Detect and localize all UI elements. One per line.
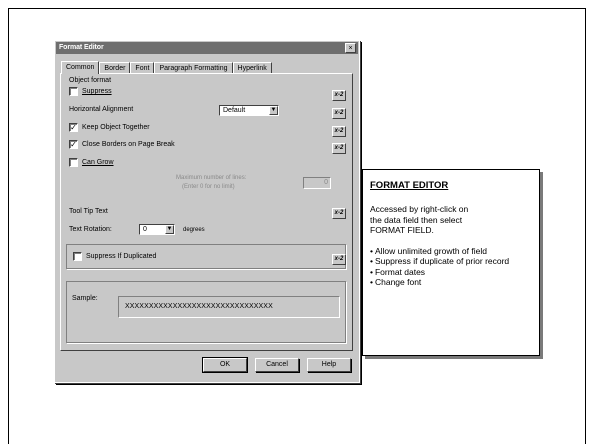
callout-bullet: Allow unlimited growth of field bbox=[370, 246, 530, 257]
close-borders-checkbox[interactable]: ✓ bbox=[69, 140, 78, 149]
text-rotation-label: Text Rotation: bbox=[69, 226, 112, 233]
suppress-label: Suppress bbox=[82, 88, 112, 95]
sample-preview: XXXXXXXXXXXXXXXXXXXXXXXXXXXXXXX bbox=[118, 296, 340, 318]
text-rotation-value: 0 bbox=[143, 226, 147, 233]
formula-button-suppress[interactable]: x-2 bbox=[332, 90, 346, 101]
group-label-object-format: Object format bbox=[69, 77, 112, 84]
format-editor-callout: FORMAT EDITOR Accessed by right-click on… bbox=[362, 169, 540, 356]
suppress-checkbox[interactable] bbox=[69, 87, 78, 96]
can-grow-label: Can Grow bbox=[82, 159, 114, 166]
cancel-button[interactable]: Cancel bbox=[255, 358, 299, 372]
close-icon[interactable]: × bbox=[345, 43, 356, 53]
horizontal-alignment-select[interactable]: Default ▼ bbox=[219, 105, 279, 116]
max-lines-label: Maximum number of lines: bbox=[176, 175, 247, 181]
callout-description: Accessed by right-click on the data fiel… bbox=[370, 204, 530, 236]
keep-together-label: Keep Object Together bbox=[82, 124, 150, 131]
close-borders-label: Close Borders on Page Break bbox=[82, 141, 175, 148]
horizontal-alignment-value: Default bbox=[223, 107, 246, 114]
format-editor-dialog: Format Editor × Common Border Font Parag… bbox=[54, 40, 360, 383]
formula-button-tool-tip[interactable]: x-2 bbox=[332, 208, 346, 219]
callout-bullet: Suppress if duplicate of prior record bbox=[370, 256, 530, 267]
chevron-down-icon[interactable]: ▼ bbox=[165, 225, 174, 234]
tab-common[interactable]: Common bbox=[61, 61, 100, 74]
can-grow-checkbox[interactable] bbox=[69, 158, 78, 167]
chevron-down-icon[interactable]: ▼ bbox=[269, 106, 278, 115]
sample-label: Sample: bbox=[72, 295, 98, 302]
horizontal-alignment-label: Horizontal Alignment bbox=[69, 106, 134, 113]
ok-button[interactable]: OK bbox=[202, 357, 248, 373]
dialog-titlebar: Format Editor × bbox=[56, 42, 358, 54]
max-lines-hint: (Enter 0 for no limit) bbox=[182, 184, 235, 190]
formula-button-keep-together[interactable]: x-2 bbox=[332, 126, 346, 137]
tool-tip-label: Tool Tip Text bbox=[69, 208, 108, 215]
max-lines-input[interactable]: 0 bbox=[303, 177, 331, 189]
suppress-duplicated-checkbox[interactable] bbox=[73, 252, 82, 261]
formula-button-alignment[interactable]: x-2 bbox=[332, 108, 346, 119]
callout-title: FORMAT EDITOR bbox=[370, 180, 449, 191]
callout-desc-line: FORMAT FIELD. bbox=[370, 225, 434, 235]
dialog-title: Format Editor bbox=[59, 44, 104, 51]
suppress-duplicated-label: Suppress If Duplicated bbox=[86, 253, 157, 260]
callout-desc-line: Accessed by right-click on bbox=[370, 204, 469, 214]
callout-bullet: Format dates bbox=[370, 267, 530, 278]
degrees-label: degrees bbox=[183, 227, 205, 233]
common-tab-panel: Object format Suppress x-2 Horizontal Al… bbox=[60, 73, 353, 351]
keep-together-checkbox[interactable]: ✓ bbox=[69, 123, 78, 132]
text-rotation-select[interactable]: 0 ▼ bbox=[139, 224, 175, 235]
callout-bullet: Change font bbox=[370, 277, 530, 288]
callout-bullet-list: Allow unlimited growth of field Suppress… bbox=[370, 246, 530, 288]
help-button[interactable]: Help bbox=[307, 358, 351, 372]
callout-desc-line: the data field then select bbox=[370, 214, 463, 225]
formula-button-close-borders[interactable]: x-2 bbox=[332, 143, 346, 154]
formula-button-suppress-duplicated[interactable]: x-2 bbox=[332, 254, 346, 265]
